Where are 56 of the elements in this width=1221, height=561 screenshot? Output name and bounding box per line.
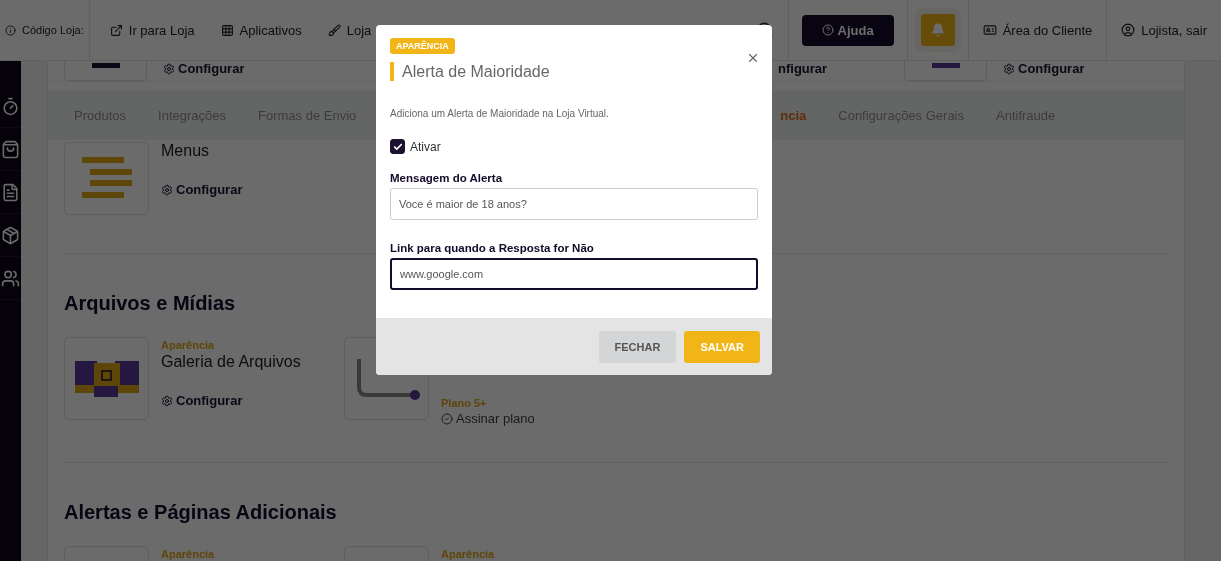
dialog-description: Adiciona um Alerta de Maioridade na Loja Virtual.: [390, 108, 610, 119]
section-heading: Alertas e Páginas Adicionais: [64, 501, 338, 524]
bar-icon: [91, 63, 120, 68]
input-field[interactable]: www.google.com: [390, 258, 758, 290]
configure-link[interactable]: nfigurar: [778, 61, 828, 76]
users-icon[interactable]: [1, 268, 20, 288]
card-title: Menus: [161, 142, 211, 160]
user-link[interactable]: Lojista, sair: [1121, 22, 1207, 38]
external-link-icon: [109, 23, 123, 37]
category-label: Aparência: [161, 548, 215, 560]
nav-link[interactable]: Aplicativos: [220, 22, 302, 38]
configure-link[interactable]: Configurar: [161, 182, 243, 197]
close-button[interactable]: [746, 51, 760, 65]
nav-link[interactable]: Loja: [327, 22, 372, 38]
gear-icon: [1003, 62, 1015, 75]
tab[interactable]: ncia: [780, 107, 807, 123]
section-heading: Arquivos e Mídias: [64, 292, 237, 315]
dialog-title: Alerta de Maioridade: [390, 62, 758, 81]
configure-link[interactable]: Configurar: [161, 393, 301, 408]
menu-lines-icon: [81, 156, 132, 201]
shopping-bag-icon[interactable]: [1, 139, 20, 159]
configure-link[interactable]: Configurar: [163, 61, 245, 76]
gear-icon: [161, 183, 173, 196]
nav-link[interactable]: Ir para Loja: [109, 22, 195, 38]
checkbox[interactable]: [390, 139, 405, 154]
configure-link[interactable]: Configurar: [1003, 61, 1085, 76]
help-button[interactable]: Ajuda: [801, 14, 894, 46]
plan-label: Plano 5+: [441, 397, 488, 409]
help-icon: [821, 24, 834, 36]
box-icon[interactable]: [1, 225, 20, 245]
client-area-link[interactable]: Área do Cliente: [982, 22, 1093, 38]
bell-icon: [930, 23, 945, 37]
card-title: Galeria de Arquivos: [161, 353, 301, 371]
subscribe-link[interactable]: Assinar plano: [441, 411, 535, 426]
input-field[interactable]: Voce é maior de 18 anos?: [390, 188, 758, 220]
bar-icon: [931, 63, 960, 68]
category-label: Aparência: [441, 548, 495, 560]
check-circle-icon: [441, 412, 453, 425]
field-label: Link para quando a Resposta for Não: [390, 242, 595, 254]
category-label: Aparência: [161, 339, 216, 351]
document-icon[interactable]: [1, 182, 20, 202]
brush-icon: [327, 23, 341, 37]
check-icon: [392, 141, 403, 152]
info-icon: [5, 24, 16, 36]
gear-icon: [161, 394, 173, 407]
timer-icon[interactable]: [1, 96, 20, 116]
id-card-icon: [982, 23, 997, 37]
store-code-label: Código Loja:: [22, 24, 84, 36]
gear-icon: [163, 62, 175, 75]
user-icon: [1121, 23, 1136, 37]
grid-icon: [220, 23, 234, 37]
checkbox-label: Ativar: [410, 139, 441, 154]
file-types-icon: [74, 360, 139, 397]
field-label: Mensagem do Alerta: [390, 172, 504, 184]
category-badge: APARÊNCIA: [390, 38, 455, 54]
close-dialog-button[interactable]: FECHAR: [598, 330, 677, 363]
